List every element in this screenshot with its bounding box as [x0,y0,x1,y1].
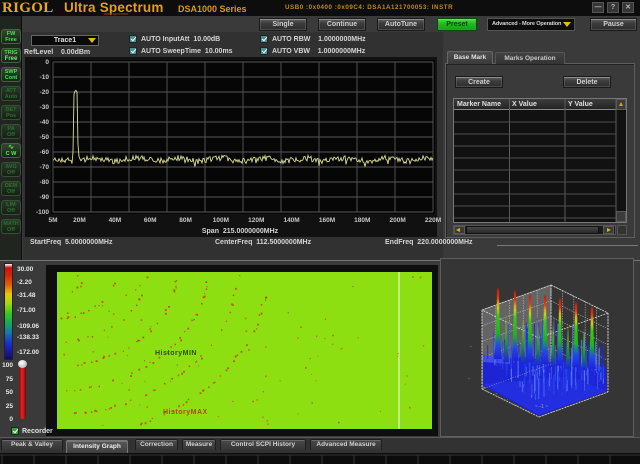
svg-text:-: - [468,376,470,382]
svg-text:~ -1 ~: ~ -1 ~ [535,404,548,410]
svg-text:-: - [470,344,472,350]
